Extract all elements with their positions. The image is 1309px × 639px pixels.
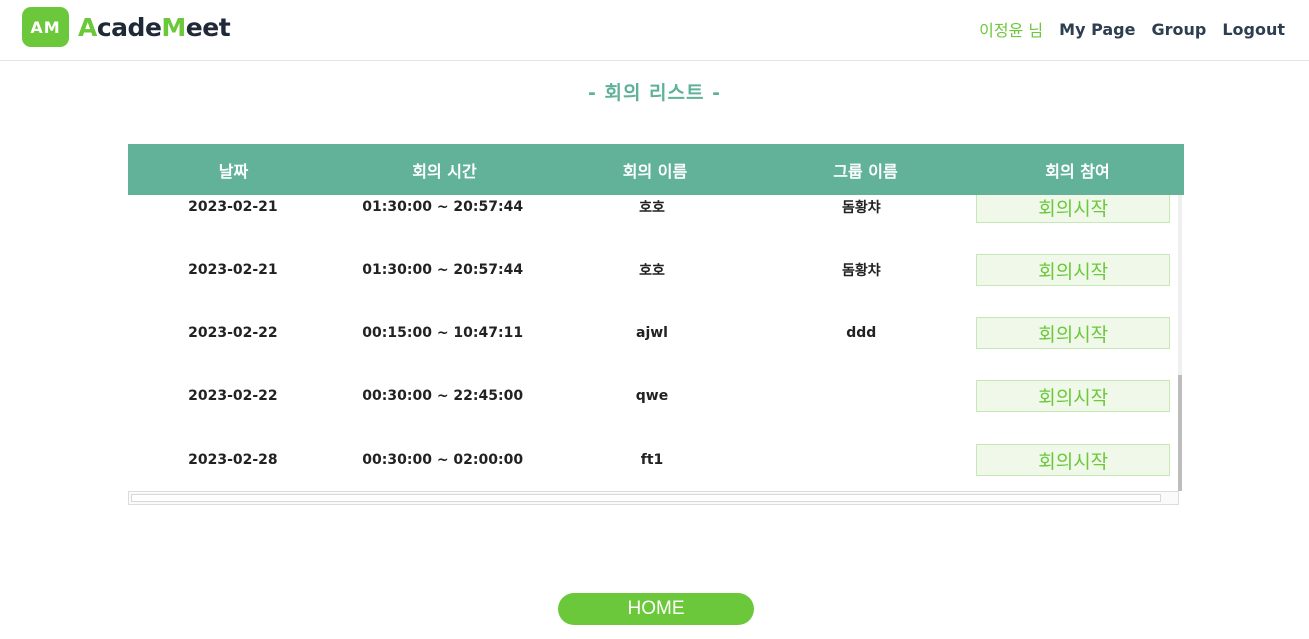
app-logo[interactable]: AM AcadeMeet [22,7,231,47]
start-meeting-button[interactable]: 회의시작 [976,380,1171,412]
vertical-scrollbar-thumb[interactable] [1178,375,1182,491]
cell-join: 회의시작 [966,232,1178,295]
page-title: - 회의 리스트 - [587,82,722,104]
nav-group[interactable]: Group [1151,20,1206,39]
cell-group-name: 돔황챠 [841,200,881,216]
column-header-date: 날짜 [218,161,249,181]
nav-my-page[interactable]: My Page [1059,20,1135,39]
table-body[interactable]: 2023-02-21 01:30:00 ~ 20:57:44 호호 돔황챠 회의… [128,195,1184,491]
cell-join: 회의시작 [966,358,1178,421]
cell-group-name [756,448,966,472]
start-meeting-button[interactable]: 회의시작 [976,444,1171,476]
horizontal-scrollbar[interactable] [128,491,1179,505]
start-meeting-button[interactable]: 회의시작 [976,317,1171,349]
start-meeting-button[interactable]: 회의시작 [976,254,1171,286]
cell-meeting-name: ft1 [640,452,664,468]
meeting-table: 날짜 회의 시간 회의 이름 그룹 이름 회의 참여 2023-02-21 01… [128,144,1184,505]
cell-date: 2023-02-21 [188,199,278,215]
column-header-join: 회의 참여 [1045,161,1110,181]
cell-date: 2023-02-22 [188,325,278,341]
cell-date: 2023-02-22 [188,388,278,404]
cell-meeting-name: ajwl [636,325,668,341]
cell-time: 01:30:00 ~ 20:57:44 [362,262,524,278]
cell-time: 00:15:00 ~ 10:47:11 [362,325,524,341]
top-header: AM AcadeMeet 이정윤 님 My Page Group Logout [0,0,1309,61]
cell-meeting-name: 호호 [639,263,665,279]
logo-text-a: A [78,12,97,42]
table-row: 2023-02-22 00:30:00 ~ 22:45:00 qwe 회의시작 [128,358,1178,421]
cell-date: 2023-02-28 [188,452,278,468]
cell-time: 00:30:00 ~ 02:00:00 [362,452,524,468]
cell-date: 2023-02-21 [188,262,278,278]
column-header-meeting-name: 회의 이름 [622,161,688,181]
table-row: 2023-02-21 01:30:00 ~ 20:57:44 호호 돔황챠 회의… [128,195,1178,232]
cell-join: 회의시작 [966,422,1178,485]
table-header: 날짜 회의 시간 회의 이름 그룹 이름 회의 참여 [128,144,1184,195]
logo-text-c: M [161,12,186,42]
logo-text-b: cade [96,12,162,42]
logo-text: AcadeMeet [78,12,231,42]
cell-group-name [756,384,966,408]
vertical-scrollbar[interactable] [1178,195,1182,491]
cell-meeting-name: qwe [635,388,669,404]
column-header-group-name: 그룹 이름 [833,161,898,181]
top-nav: 이정윤 님 My Page Group Logout [979,17,1285,41]
logo-text-d: eet [185,12,231,42]
cell-time: 00:30:00 ~ 22:45:00 [362,388,524,404]
table-row: 2023-02-28 00:30:00 ~ 02:00:00 ft1 회의시작 [128,422,1178,485]
table-row: 2023-02-22 00:15:00 ~ 10:47:11 ajwl ddd … [128,295,1178,358]
user-greeting: 이정윤 님 [979,21,1044,40]
nav-logout[interactable]: Logout [1222,20,1285,39]
start-meeting-button[interactable]: 회의시작 [976,195,1171,223]
logo-badge: AM [22,7,69,47]
cell-group-name: ddd [846,325,877,341]
cell-meeting-name: 호호 [639,200,665,216]
cell-join: 회의시작 [966,195,1178,232]
cell-time: 01:30:00 ~ 20:57:44 [362,199,524,215]
column-header-time: 회의 시간 [412,161,477,181]
horizontal-scrollbar-thumb[interactable] [131,494,1161,502]
cell-join: 회의시작 [966,295,1178,358]
home-button[interactable]: HOME [558,593,754,625]
table-row: 2023-02-21 01:30:00 ~ 20:57:44 호호 돔황챠 회의… [128,232,1178,295]
cell-group-name: 돔황챠 [841,263,881,279]
